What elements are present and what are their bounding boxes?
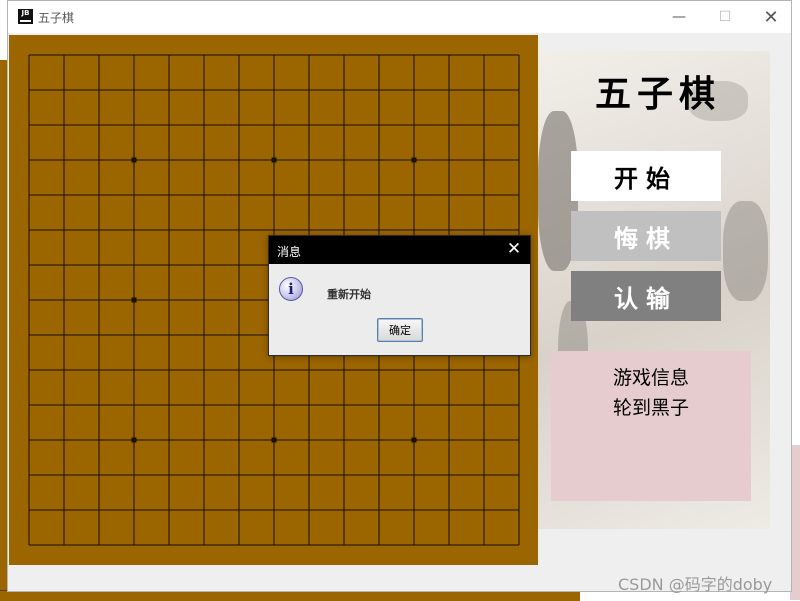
surrender-button[interactable]: 认输 (571, 271, 721, 321)
start-button[interactable]: 开始 (571, 151, 721, 201)
message-dialog: 消息 ✕ i 重新开始 确定 (268, 235, 531, 356)
star-point (411, 157, 417, 163)
painting-detail (723, 201, 768, 301)
minimize-icon: — (672, 9, 686, 25)
star-point (131, 297, 137, 303)
undo-button[interactable]: 悔棋 (571, 211, 721, 261)
maximize-icon: ☐ (718, 9, 732, 25)
info-title: 游戏信息 (612, 367, 689, 389)
star-point (131, 157, 137, 163)
close-icon: ✕ (763, 6, 779, 28)
title-bar[interactable]: JB 五子棋 — ☐ ✕ (8, 1, 791, 33)
close-button[interactable]: ✕ (748, 1, 794, 33)
game-title: 五子棋 (594, 73, 721, 115)
app-icon: JB (18, 9, 33, 24)
dialog-close-icon[interactable]: ✕ (504, 239, 524, 259)
ok-button[interactable]: 确定 (377, 318, 423, 342)
minimize-button[interactable]: — (656, 1, 702, 33)
maximize-button[interactable]: ☐ (702, 1, 748, 33)
star-point (271, 157, 277, 163)
game-info-panel: 游戏信息 轮到黑子 (551, 351, 751, 501)
dialog-title: 消息 (277, 245, 302, 259)
turn-indicator: 轮到黑子 (612, 397, 689, 419)
star-point (131, 437, 137, 443)
window-title: 五子棋 (38, 11, 75, 25)
star-point (271, 437, 277, 443)
information-icon: i (279, 277, 303, 301)
watermark: CSDN @码字的doby (618, 575, 773, 594)
star-point (411, 437, 417, 443)
dialog-title-bar[interactable]: 消息 ✕ (269, 236, 530, 264)
dialog-message: 重新开始 (327, 288, 371, 301)
